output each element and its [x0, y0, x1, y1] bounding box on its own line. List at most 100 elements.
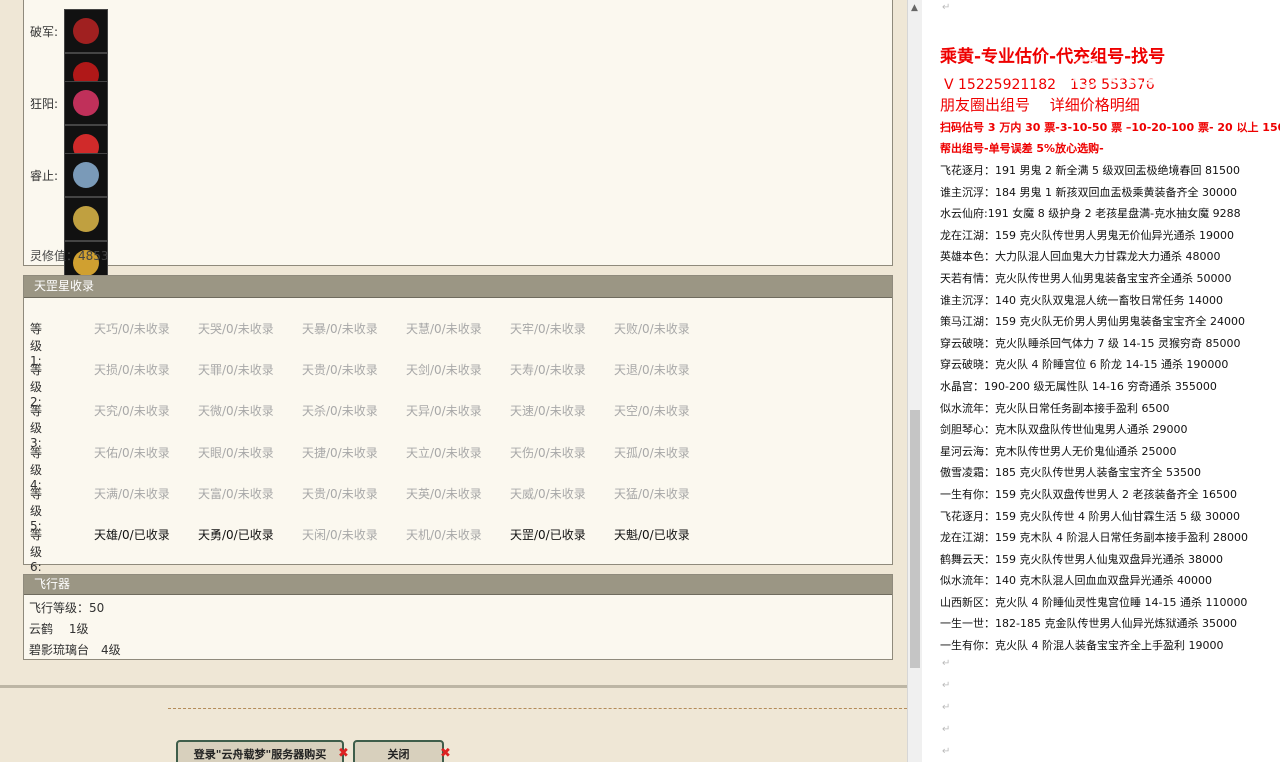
list-item: 谁主沉浮：140 克火队双鬼混人统一畜牧日常任务 14000	[940, 293, 1223, 307]
star-entry: 天英/0/未收录	[406, 486, 482, 501]
close-button[interactable]: 关闭	[353, 740, 444, 762]
list-item: 飞花逐月：191 男鬼 2 新全满 5 级双回盂极绝境春回 81500	[940, 164, 1240, 177]
aircraft-panel: 飞行器 飞行等级：50 云鹤 1级 碧影琉璃台 4级	[23, 574, 893, 660]
star-entry: 天雄/0/已收录	[94, 528, 170, 542]
paragraph-mark: ↵	[942, 746, 951, 757]
aircraft-yunhe: 云鹤 1级	[29, 622, 89, 636]
list-item: 似水流年：140 克木队混人回血血双盘异光通杀 40000	[940, 574, 1212, 588]
star-entry: 天罡/0/已收录	[510, 528, 586, 542]
star-entry: 天魁/0/已收录	[614, 528, 690, 542]
star-entry: 天退/0/未收录	[614, 363, 690, 378]
doc-price-note: 扫码估号 3 万内 30 票-3-10-50 票 –10-20-100 票- 2…	[940, 121, 1280, 134]
star-entry: 天异/0/未收录	[406, 404, 482, 419]
paragraph-mark: ↵	[942, 658, 951, 669]
star-entry: 天孤/0/未收录	[614, 445, 690, 460]
star-entry: 天勇/0/已收录	[198, 528, 274, 542]
watermark-text: CC直播	[1108, 64, 1185, 89]
star-entry: 天满/0/未收录	[94, 486, 170, 501]
star-entry: 天贵/0/未收录	[302, 486, 378, 501]
list-item: 似水流年：克火队日常任务副本接手盈利 6500	[940, 401, 1170, 415]
tiangang-panel: 天罡星收录 等级1: 天巧/0/未收录 天哭/0/未收录 天暴/0/未收录 天慧/0/未…	[23, 275, 893, 574]
paragraph-mark: ↵	[942, 680, 951, 691]
dashed-divider	[168, 708, 907, 709]
list-item: 一生有你：克火队 4 阶混人装备宝宝齐全上手盈利 19000	[940, 639, 1224, 653]
list-item: 天若有情：克火队传世男人仙男鬼装备宝宝齐全通杀 50000	[940, 271, 1232, 285]
divider	[0, 685, 907, 688]
star-entry: 天牢/0/未收录	[510, 322, 586, 336]
aircraft-level: 飞行等级：50	[29, 601, 105, 615]
star-entry: 天威/0/未收录	[510, 486, 586, 501]
star-entry: 天剑/0/未收录	[406, 363, 482, 378]
armor-icon[interactable]	[64, 153, 108, 197]
document-panel: ↵ 乘黄-专业估价-代充组号-找号 V 15225921182 138 5533…	[922, 0, 1280, 762]
list-item: 星河云海：克木队传世男人无价鬼仙通杀 25000	[940, 444, 1177, 458]
paragraph-mark: ↵	[942, 724, 951, 735]
scroll-up-icon[interactable]: ▲	[911, 3, 918, 13]
account-list: 飞花逐月：191 男鬼 2 新全满 5 级双回盂极绝境春回 81500 谁主沉浮：…	[940, 160, 1280, 657]
icon-glyph	[73, 162, 99, 188]
list-item: 穿云破晓：克火队 4 阶睡宫位 6 阶龙 14-15 通杀 190000	[940, 358, 1229, 372]
star-entry: 天捷/0/未收录	[302, 445, 378, 460]
icon-glyph	[73, 90, 99, 116]
star-entry: 天暴/0/未收录	[302, 322, 378, 336]
login-buy-button[interactable]: 登录"云舟载梦"服务器购买	[176, 740, 344, 762]
star-entry: 天机/0/未收录	[406, 528, 482, 542]
list-item: 一生有你：159 克火队双盘传世男人 2 老孩装备齐全 16500	[940, 487, 1237, 501]
icon-glyph	[73, 18, 99, 44]
star-entry: 天速/0/未收录	[510, 404, 586, 419]
level-label: 等级6:	[30, 528, 43, 574]
star-entry: 天贵/0/未收录	[302, 363, 378, 378]
star-entry: 天富/0/未收录	[198, 486, 274, 501]
necklace-icon[interactable]	[64, 81, 108, 125]
list-item: 鹤舞云天：159 克火队传世男人仙鬼双盘异光通杀 38000	[940, 552, 1223, 566]
helmet-icon[interactable]	[64, 9, 108, 53]
list-item: 水云仙府:191 女魔 8 级护身 2 老孩星盘满-克水抽女魔 9288	[940, 207, 1241, 221]
star-entry: 天空/0/未收录	[614, 404, 690, 419]
list-item: 策马江湖：159 克火队无价男人男仙男鬼装备宝宝齐全 24000	[940, 315, 1245, 329]
list-item: 穿云破晓：克火队睡杀回气体力 7 级 14-15 灵猴穷奇 85000	[940, 336, 1241, 350]
star-entry: 天佑/0/未收录	[94, 445, 170, 460]
paragraph-mark: ↵	[942, 702, 951, 713]
star-entry: 天巧/0/未收录	[94, 322, 170, 336]
list-item: 谁主沉浮：184 男鬼 1 新孩双回血盂极乘黄装备齐全 30000	[940, 185, 1237, 199]
list-item: 飞花逐月：159 克火队传世 4 阶男人仙甘霖生活 5 级 30000	[940, 509, 1240, 523]
vertical-scrollbar[interactable]: ▲	[907, 0, 922, 762]
doc-subtitle: 朋友圈出组号 详细价格明细	[940, 96, 1140, 114]
list-item: 山西新区：克火队 4 阶睡仙灵性鬼宫位睡 14-15 通杀 110000	[940, 595, 1248, 609]
icon-glyph	[73, 206, 99, 232]
star-entry: 天杀/0/未收录	[302, 404, 378, 419]
paragraph-mark: ↵	[942, 2, 951, 13]
star-entry: 天闲/0/未收录	[302, 528, 378, 542]
star-entry: 天猛/0/未收录	[614, 486, 690, 501]
list-item: 剑胆琴心：克木队双盘队传世仙鬼男人通杀 29000	[940, 423, 1188, 437]
list-item: 龙在江湖：159 克火队传世男人男鬼无价仙异光通杀 19000	[940, 228, 1234, 242]
list-item: 水晶宫：190-200 级无属性队 14-16 穷奇通杀 355000	[940, 379, 1217, 393]
weapon-icon[interactable]	[64, 197, 108, 241]
aircraft-title: 飞行器	[24, 575, 892, 595]
list-item: 英雄本色：大力队混人回血鬼大力甘霖龙大力通杀 48000	[940, 250, 1221, 264]
aircraft-biying: 碧影琉璃台 4级	[29, 643, 121, 657]
logo-icon	[1072, 58, 1102, 88]
star-entry: 天寿/0/未收录	[510, 363, 586, 378]
lingxiu-value: 灵修值：4853	[30, 249, 109, 263]
star-entry: 天败/0/未收录	[614, 322, 690, 336]
star-entry: 天损/0/未收录	[94, 363, 170, 378]
list-item: 龙在江湖：159 克木队 4 阶混人日常任务副本接手盈利 28000	[940, 531, 1248, 545]
close-x-icon[interactable]: ✖	[338, 746, 349, 761]
equipment-panel: 破军: 狂阳: 睿止: 灵修值：4853	[23, 0, 893, 373]
star-entry: 天伤/0/未收录	[510, 445, 586, 460]
tiangang-title: 天罡星收录	[24, 276, 892, 298]
star-entry: 天哭/0/未收录	[198, 322, 274, 336]
list-item: 傲雪凌霜：185 克火队传世男人装备宝宝齐全 53500	[940, 466, 1201, 480]
star-entry: 天立/0/未收录	[406, 445, 482, 460]
doc-service-note: 帮出组号-单号误差 5%放心选购-	[940, 142, 1104, 155]
game-window: 破军: 狂阳: 睿止: 灵修值：4853 天罡星收录 等级1: 天巧/0/未收录天…	[0, 0, 907, 762]
scrollbar-thumb[interactable]	[910, 410, 920, 668]
star-entry: 天慧/0/未收录	[406, 322, 482, 336]
star-entry: 天眼/0/未收录	[198, 445, 274, 460]
list-item: 一生一世：182-185 克金队传世男人仙异光炼狱通杀 35000	[940, 617, 1237, 631]
star-entry: 天究/0/未收录	[94, 404, 170, 419]
cc-live-watermark: CC直播	[1072, 56, 1262, 90]
star-entry: 天微/0/未收录	[198, 404, 274, 419]
close-x-icon[interactable]: ✖	[440, 746, 451, 761]
